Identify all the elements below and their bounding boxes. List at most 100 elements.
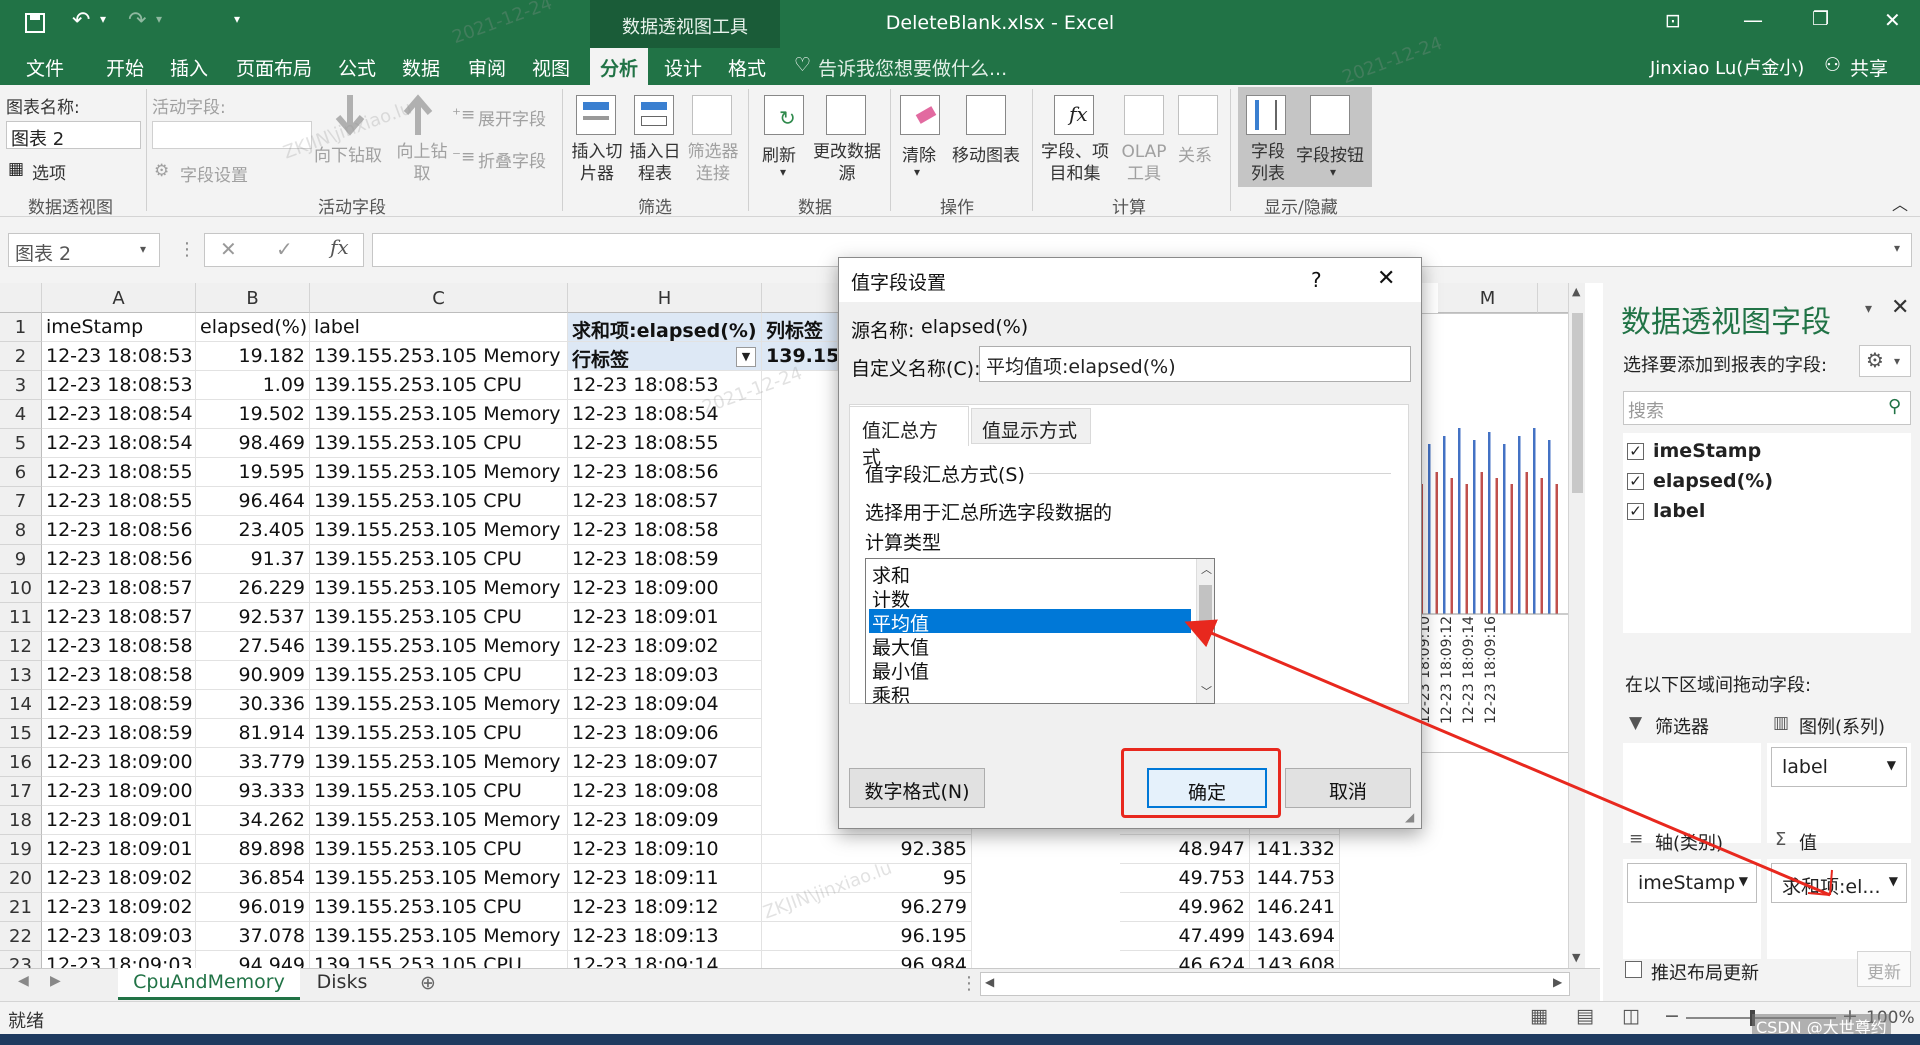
undo-icon[interactable]: ↶	[72, 8, 90, 33]
field-checkbox-elapsed[interactable]: ✓	[1627, 473, 1644, 490]
vertical-scrollbar[interactable]: ▲ ▼	[1568, 283, 1585, 968]
menu-format[interactable]: 格式	[728, 54, 766, 81]
row-header[interactable]: 7	[0, 487, 42, 516]
row-header[interactable]: 14	[0, 690, 42, 719]
column-header-m[interactable]: M	[1438, 283, 1538, 313]
normal-view-icon[interactable]: ▦	[1530, 1005, 1548, 1027]
cell-elapsed[interactable]: 36.854	[196, 864, 310, 893]
cell-elapsed[interactable]: 93.333	[196, 777, 310, 806]
list-scrollbar[interactable]: ︿ ﹀	[1196, 559, 1214, 703]
add-sheet-icon[interactable]: ⊕	[420, 972, 436, 994]
row-header[interactable]: 18	[0, 806, 42, 835]
refresh-button[interactable]: 刷新	[762, 141, 796, 166]
pivot-row-label[interactable]: 12-23 18:08:54	[568, 400, 762, 429]
cell-label[interactable]: 139.155.253.105 CPU	[310, 835, 568, 864]
enter-icon[interactable]: ✓	[276, 237, 293, 261]
scroll-down-icon[interactable]: ▼	[1572, 951, 1580, 964]
pivot-row-label[interactable]: 12-23 18:08:53	[568, 371, 762, 400]
cell-timestamp[interactable]: 12-23 18:08:53	[42, 342, 196, 371]
cell-timestamp[interactable]: 12-23 18:08:57	[42, 603, 196, 632]
field-buttons-dropdown-icon[interactable]: ▾	[1330, 165, 1336, 179]
column-header-a[interactable]: A	[42, 283, 196, 313]
next-sheet-icon[interactable]: ▶	[50, 973, 61, 989]
cell-elapsed[interactable]: 90.909	[196, 661, 310, 690]
cell-timestamp[interactable]: 12-23 18:09:02	[42, 893, 196, 922]
row-header[interactable]: 11	[0, 603, 42, 632]
row-header[interactable]: 3	[0, 371, 42, 400]
collapse-ribbon-icon[interactable]: ︿	[1892, 191, 1908, 215]
scroll-right-icon[interactable]: ▶	[1553, 975, 1562, 989]
cell-elapsed[interactable]: 19.595	[196, 458, 310, 487]
share-button[interactable]: 共享	[1850, 54, 1888, 81]
cell-elapsed[interactable]: 19.502	[196, 400, 310, 429]
axis-field-chip[interactable]: imeStamp ▼	[1627, 863, 1757, 903]
cell-elapsed[interactable]: 33.779	[196, 748, 310, 777]
move-chart-button[interactable]: 移动图表	[952, 141, 1020, 166]
pivot-row-label[interactable]: 12-23 18:09:11	[568, 864, 762, 893]
cell-elapsed[interactable]: 19.182	[196, 342, 310, 371]
cell-label[interactable]: 139.155.253.105 CPU	[310, 661, 568, 690]
cell-label[interactable]: 139.155.253.105 Memory	[310, 690, 568, 719]
filters-drop-area[interactable]	[1623, 743, 1761, 843]
field-label[interactable]: label	[1653, 500, 1705, 522]
row-header[interactable]: 21	[0, 893, 42, 922]
list-scroll-thumb[interactable]	[1199, 585, 1212, 629]
row-header[interactable]: 4	[0, 400, 42, 429]
cell-label[interactable]: 139.155.253.105 CPU	[310, 603, 568, 632]
row-header[interactable]: 17	[0, 777, 42, 806]
pane-close-icon[interactable]: ✕	[1891, 295, 1909, 320]
maximize-icon[interactable]: ❐	[1812, 8, 1829, 30]
row-header[interactable]: 6	[0, 458, 42, 487]
cell-elapsed[interactable]: 26.229	[196, 574, 310, 603]
cell[interactable]: label	[310, 313, 568, 342]
menu-review[interactable]: 审阅	[468, 54, 506, 81]
menu-design[interactable]: 设计	[664, 54, 702, 81]
cell-timestamp[interactable]: 12-23 18:08:58	[42, 661, 196, 690]
cell-elapsed[interactable]: 30.336	[196, 690, 310, 719]
menu-analyze[interactable]: 分析	[590, 48, 649, 85]
sheet-tab-cpuandmemory[interactable]: CpuAndMemory	[118, 968, 300, 1000]
pivot-row-label[interactable]: 12-23 18:09:10	[568, 835, 762, 864]
ribbon-display-icon[interactable]: ⊡	[1665, 10, 1681, 32]
change-source-button[interactable]: 更改数据源	[812, 141, 882, 185]
calculation-type-list[interactable]: 求和 计数 平均值 最大值 最小值 乘积 ︿ ﹀	[865, 558, 1215, 704]
fields-items-button[interactable]: 字段、项目和集	[1036, 141, 1114, 185]
cell-label[interactable]: 139.155.253.105 Memory	[310, 458, 568, 487]
pivot-column-labels[interactable]: 列标签	[762, 313, 838, 342]
cell[interactable]: elapsed(%)	[196, 313, 310, 342]
insert-slicer-button[interactable]: 插入切片器	[570, 141, 624, 185]
pivot-cpu-value[interactable]: 96.279	[762, 893, 972, 922]
cell-timestamp[interactable]: 12-23 18:08:59	[42, 719, 196, 748]
row-header[interactable]: 9	[0, 545, 42, 574]
page-break-view-icon[interactable]: ◫	[1622, 1005, 1640, 1027]
pivot-total-value[interactable]: 143.608	[1250, 951, 1340, 968]
pivot-row-label[interactable]: 12-23 18:08:58	[568, 516, 762, 545]
cell-elapsed[interactable]: 92.537	[196, 603, 310, 632]
pivot-row-label[interactable]: 12-23 18:09:06	[568, 719, 762, 748]
cell-label[interactable]: 139.155.253.105 Memory	[310, 864, 568, 893]
pivot-total-value[interactable]: 144.753	[1250, 864, 1340, 893]
cell-elapsed[interactable]: 81.914	[196, 719, 310, 748]
cell-timestamp[interactable]: 12-23 18:09:00	[42, 777, 196, 806]
clear-dropdown-icon[interactable]: ▾	[914, 165, 920, 179]
menu-data[interactable]: 数据	[402, 54, 440, 81]
pivot-memory-value[interactable]: 47.499	[1120, 922, 1250, 951]
cell-label[interactable]: 139.155.253.105 Memory	[310, 574, 568, 603]
save-icon[interactable]	[24, 12, 46, 34]
cell-label[interactable]: 139.155.253.105 CPU	[310, 545, 568, 574]
list-scroll-up-icon[interactable]: ︿	[1201, 561, 1212, 577]
cell-timestamp[interactable]: 12-23 18:08:55	[42, 487, 196, 516]
row-header[interactable]: 12	[0, 632, 42, 661]
cell-timestamp[interactable]: 12-23 18:08:54	[42, 400, 196, 429]
cell-timestamp[interactable]: 12-23 18:08:56	[42, 545, 196, 574]
cell-elapsed[interactable]: 96.464	[196, 487, 310, 516]
pivot-total-value[interactable]: 143.694	[1250, 922, 1340, 951]
undo-dropdown-icon[interactable]: ▾	[100, 12, 106, 26]
list-scroll-down-icon[interactable]: ﹀	[1201, 683, 1212, 699]
cell-label[interactable]: 139.155.253.105 CPU	[310, 429, 568, 458]
defer-update-checkbox[interactable]	[1625, 961, 1642, 978]
timeline-icon[interactable]	[634, 95, 674, 135]
row-header[interactable]: 16	[0, 748, 42, 777]
cell-elapsed[interactable]: 27.546	[196, 632, 310, 661]
custom-name-input[interactable]: 平均值项:elapsed(%)	[979, 346, 1411, 382]
